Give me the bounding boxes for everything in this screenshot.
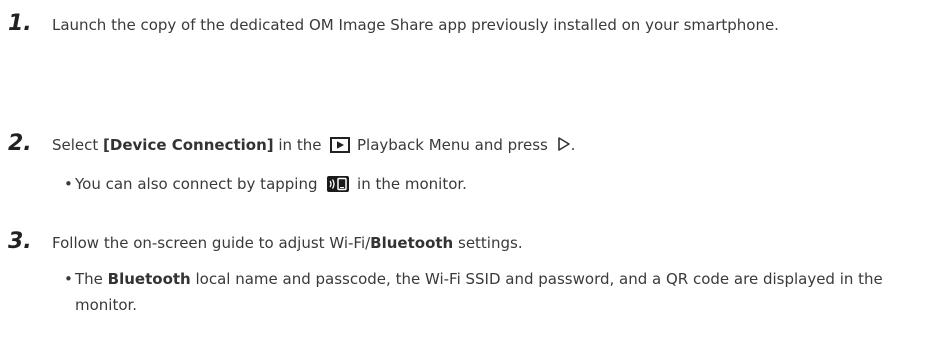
bullet-item: • The Bluetooth local name and passcode, … [64, 266, 905, 318]
playback-icon [330, 135, 351, 161]
bluetooth-label: Bluetooth [107, 270, 191, 288]
bullet-text-suffix: local name and passcode, the Wi-Fi SSID … [75, 270, 883, 314]
menu-item-name: [Device Connection] [103, 136, 274, 154]
right-arrow-icon [557, 134, 571, 160]
smartphone-connection-icon [327, 174, 350, 200]
step-text-prefix: Follow the on-screen guide to adjust Wi-… [52, 234, 371, 252]
step-text-prefix: Select [52, 136, 104, 154]
instruction-document: 1. Launch the copy of the dedicated OM I… [0, 0, 928, 352]
step-number: 1. [8, 11, 32, 36]
step-text-suffix: Playback Menu and press [352, 136, 553, 154]
bullet-text-prefix: You can also connect by tapping [75, 175, 323, 193]
bullet-item: • You can also connect by tapping in the … [64, 171, 905, 200]
step-2: 2. Select [Device Connection] in the Pla… [8, 131, 918, 200]
bullet-text-suffix: in the monitor. [352, 175, 467, 193]
step-text-end: . [570, 136, 576, 154]
bluetooth-label: Bluetooth [370, 234, 454, 252]
step-1: 1. Launch the copy of the dedicated OM I… [8, 11, 918, 38]
step-3: 3. Follow the on-screen guide to adjust … [8, 229, 918, 318]
step-text: Select [Device Connection] in the Playba… [52, 132, 902, 161]
step-text-mid: in the [273, 136, 327, 154]
bullet-dot: • [64, 175, 73, 193]
step-number: 3. [8, 229, 32, 254]
step-text: Launch the copy of the dedicated OM Imag… [52, 16, 779, 34]
step-number: 2. [8, 131, 32, 156]
bullet-text-prefix: The [75, 270, 108, 288]
bullet-dot: • [64, 270, 73, 288]
step-text: Follow the on-screen guide to adjust Wi-… [52, 230, 902, 256]
step-text-suffix: settings. [453, 234, 523, 252]
